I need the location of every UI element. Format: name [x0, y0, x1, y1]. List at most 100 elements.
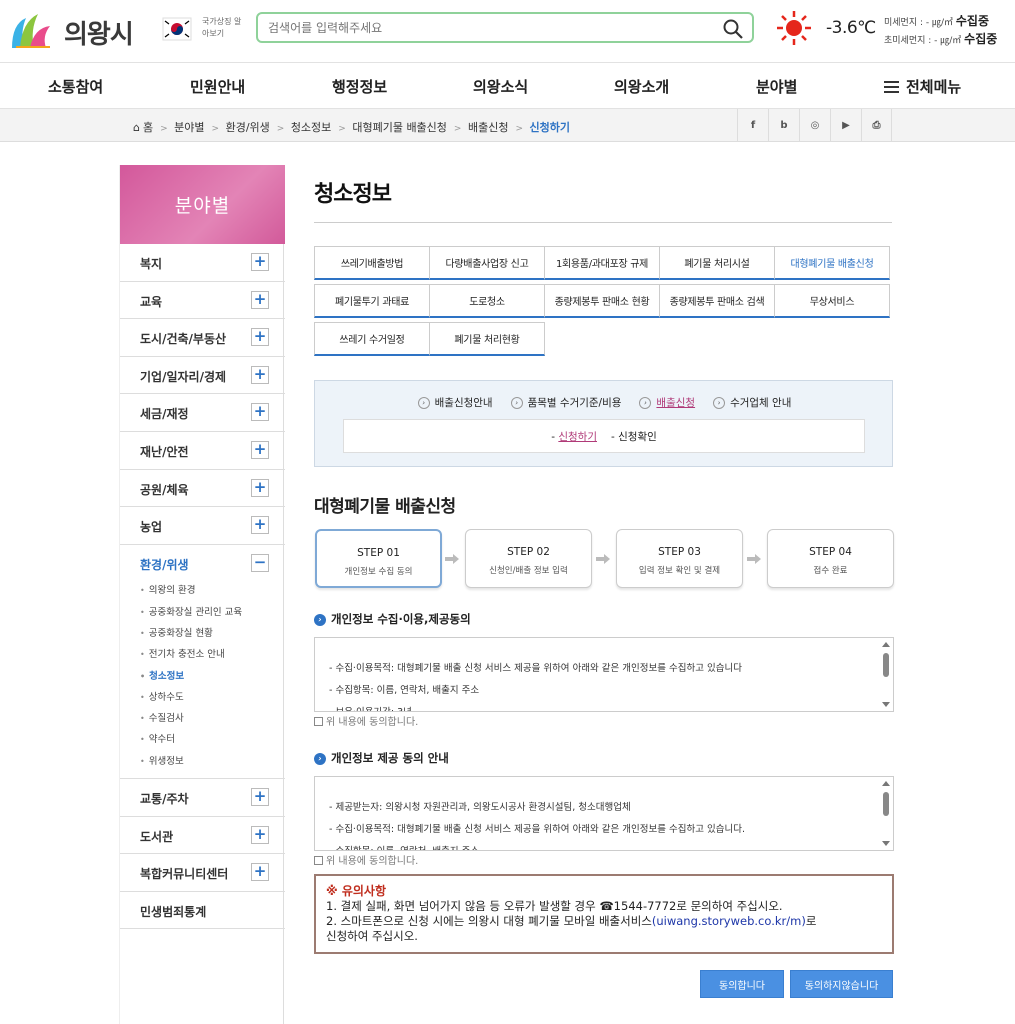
chevron-right-icon: ›: [314, 614, 326, 626]
sidebar-menu: 복지 + 교육 + 도시/건축/부동산 + 기업/일자리/경제 + 세금/재정 + 재난/…: [120, 244, 285, 930]
disagree-button[interactable]: 동의하지않습니다: [790, 970, 893, 998]
tab-item[interactable]: 쓰레기배출방법: [314, 246, 430, 280]
submenu-item[interactable]: 약수터: [120, 731, 285, 752]
sidebar-item[interactable]: 복지 +: [120, 244, 285, 282]
submenu-item[interactable]: 의왕의 환경: [120, 582, 285, 603]
plus-icon[interactable]: +: [251, 478, 269, 497]
tab-item[interactable]: 종량제봉투 판매소 현황: [544, 284, 660, 318]
tab-item[interactable]: 무상서비스: [774, 284, 890, 318]
submenu-item[interactable]: 공중화장실 현황: [120, 625, 285, 646]
plus-icon[interactable]: +: [251, 403, 269, 422]
site-logo[interactable]: 의왕시: [8, 8, 138, 50]
submenu-item[interactable]: 공중화장실 관리인 교육: [120, 604, 285, 625]
gnb-item-about[interactable]: 의왕소개: [614, 76, 669, 97]
consent1-textbox[interactable]: - 수집·이용목적: 대형폐기물 배출 신청 서비스 제공을 위하여 아래와 같…: [314, 637, 894, 712]
national-symbol-link[interactable]: 국가상징 알아보기: [162, 12, 242, 44]
city-logo-icon: [12, 14, 50, 48]
tab-item[interactable]: 다량배출사업장 신고: [429, 246, 545, 280]
step-card: STEP 04 접수 완료: [767, 529, 894, 588]
subbox-link-active[interactable]: - 신청하기: [551, 429, 597, 444]
sidebar-item[interactable]: 교통/주차 +: [120, 779, 285, 817]
search-icon[interactable]: [722, 18, 744, 40]
tab-item[interactable]: 폐기물 처리시설: [659, 246, 775, 280]
plus-icon[interactable]: +: [251, 516, 269, 535]
sidebar-item-open[interactable]: 환경/위생 −: [120, 545, 285, 583]
plus-icon[interactable]: +: [251, 825, 269, 844]
step-card: STEP 02 신청인/배출 정보 입력: [465, 529, 592, 588]
tab-item[interactable]: 폐기물투기 과태료: [314, 284, 430, 318]
chevron-right-icon: ›: [417, 397, 430, 409]
subnav-link-active[interactable]: › 배출신청: [639, 395, 695, 410]
sidebar-item[interactable]: 민생범죄통계: [120, 892, 285, 930]
scrollbar[interactable]: [879, 777, 893, 850]
breadcrumb-item[interactable]: 환경/위생: [226, 121, 270, 134]
plus-icon[interactable]: +: [251, 440, 269, 459]
plus-icon[interactable]: +: [251, 328, 269, 347]
breadcrumb-item[interactable]: 분야별: [174, 121, 204, 134]
sun-icon: [777, 11, 811, 45]
gnb-item-civil-service[interactable]: 민원안내: [190, 76, 245, 97]
breadcrumb-home[interactable]: 홈: [143, 121, 153, 134]
facebook-icon[interactable]: f: [737, 109, 768, 141]
scrollbar[interactable]: [879, 638, 893, 711]
consent2-agree-checkbox[interactable]: 위 내용에 동의합니다.: [314, 852, 418, 867]
all-menu-button[interactable]: 전체메뉴: [884, 76, 961, 97]
gnb-item-communication[interactable]: 소통참여: [48, 76, 103, 97]
gnb-item-admin-info[interactable]: 행정정보: [332, 76, 387, 97]
gnb-item-by-field[interactable]: 분야별: [756, 76, 797, 97]
submenu-item[interactable]: 수질검사: [120, 710, 285, 731]
sidebar-item[interactable]: 농업 +: [120, 507, 285, 545]
weather-widget: -3.6℃ 미세먼지 : - ㎍/㎥ 수집중 초미세먼지 : - ㎍/㎥ 수집중: [776, 8, 1012, 50]
tab-item[interactable]: 쓰레기 수거일정: [314, 322, 430, 356]
plus-icon[interactable]: +: [251, 290, 269, 309]
submenu-item[interactable]: 전기차 충전소 안내: [120, 646, 285, 667]
agree-button[interactable]: 동의합니다: [700, 970, 784, 998]
print-icon[interactable]: ⎙: [861, 109, 892, 141]
step-card-active: STEP 01 개인정보 수집 동의: [315, 529, 442, 588]
plus-icon[interactable]: +: [251, 788, 269, 807]
mobile-service-link[interactable]: (uiwang.storyweb.co.kr/m): [652, 914, 806, 928]
tab-item[interactable]: 종량제봉투 판매소 검색: [659, 284, 775, 318]
sidebar-item[interactable]: 복합커뮤니티센터 +: [120, 854, 285, 892]
plus-icon[interactable]: +: [251, 365, 269, 384]
consent-line: - 수집항목: 이름, 연락처, 배출지 주소: [329, 843, 479, 850]
chevron-right-icon: ›: [314, 753, 326, 765]
breadcrumb-item[interactable]: 배출신청: [468, 121, 508, 134]
tab-item[interactable]: 1회용품/과대포장 규제: [544, 246, 660, 280]
tab-item[interactable]: 도로청소: [429, 284, 545, 318]
sidebar-item[interactable]: 도시/건축/부동산 +: [120, 319, 285, 357]
sidebar-item[interactable]: 공원/체육 +: [120, 470, 285, 508]
sidebar-item[interactable]: 도서관 +: [120, 817, 285, 855]
arrow-right-icon: [747, 554, 761, 564]
minus-icon[interactable]: −: [251, 553, 269, 572]
blog-icon[interactable]: b: [768, 109, 799, 141]
instagram-icon[interactable]: ◎: [799, 109, 830, 141]
sidebar-item[interactable]: 재난/안전 +: [120, 432, 285, 470]
youtube-icon[interactable]: ▶: [830, 109, 861, 141]
subnav-link[interactable]: › 배출신청안내: [417, 395, 493, 410]
sidebar: 분야별 복지 + 교육 + 도시/건축/부동산 + 기업/일자리/경제 + 세금/재정 +…: [119, 165, 285, 1024]
page-title: 청소정보: [314, 182, 392, 207]
submenu-item[interactable]: 위생정보: [120, 753, 285, 774]
subbox-link[interactable]: - 신청확인: [611, 429, 657, 444]
subnav-link[interactable]: › 수거업체 안내: [713, 395, 791, 410]
search-input[interactable]: [268, 18, 708, 38]
submenu-item-active[interactable]: 청소정보: [120, 668, 285, 689]
tab-item[interactable]: 폐기물 처리현황: [429, 322, 545, 356]
sidebar-item[interactable]: 교육 +: [120, 282, 285, 320]
tab-item-active[interactable]: 대형폐기물 배출신청: [774, 246, 890, 280]
divider: [314, 222, 892, 223]
breadcrumb-item[interactable]: 대형폐기물 배출신청: [352, 121, 447, 134]
sidebar-item[interactable]: 세금/재정 +: [120, 394, 285, 432]
gnb-item-news[interactable]: 의왕소식: [473, 76, 528, 97]
submenu-item[interactable]: 상하수도: [120, 689, 285, 710]
home-icon[interactable]: ⌂: [133, 121, 140, 134]
consent2-textbox[interactable]: - 제공받는자: 의왕시청 자원관리과, 의왕도시공사 환경시설팀, 청소대행업…: [314, 776, 894, 851]
subnav-link[interactable]: › 품목별 수거기준/비용: [510, 395, 621, 410]
breadcrumb-item[interactable]: 청소정보: [291, 121, 331, 134]
national-symbol-text: 국가상징 알아보기: [202, 17, 242, 38]
consent1-agree-checkbox[interactable]: 위 내용에 동의합니다.: [314, 713, 418, 728]
plus-icon[interactable]: +: [251, 253, 269, 271]
plus-icon[interactable]: +: [251, 863, 269, 882]
sidebar-item[interactable]: 기업/일자리/경제 +: [120, 357, 285, 395]
